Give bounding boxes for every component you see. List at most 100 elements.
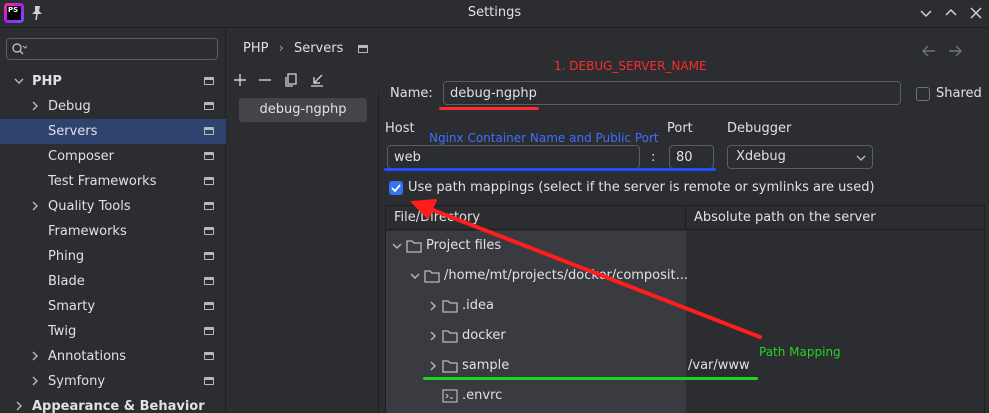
forward-arrow-icon[interactable] [947, 43, 963, 59]
sidebar-item-phing[interactable]: Phing [0, 244, 226, 269]
sidebar-item-debug[interactable]: Debug [0, 94, 226, 119]
sidebar-item-label: Annotations [48, 349, 127, 364]
chevron-right-icon[interactable] [30, 376, 40, 386]
folder-icon [442, 329, 458, 343]
sidebar-item-label: Quality Tools [48, 199, 131, 214]
row-name: Project files [426, 238, 502, 253]
remove-server-button[interactable] [256, 71, 274, 89]
sidebar-item-label: Symfony [48, 374, 106, 389]
host-port-separator: : [651, 150, 656, 165]
project-level-icon [357, 44, 368, 53]
name-field[interactable] [443, 81, 901, 105]
sidebar-item-appearance-behavior[interactable]: Appearance & Behavior [0, 394, 226, 413]
path-mappings-table: File/Directory Absolute path on the serv… [385, 205, 985, 413]
column-header-server-path[interactable]: Absolute path on the server [686, 206, 984, 230]
maximize-button[interactable] [944, 6, 958, 20]
debugger-label: Debugger [727, 121, 792, 136]
sidebar-item-label: Twig [48, 324, 77, 339]
project-level-icon [204, 127, 214, 135]
sidebar-item-php[interactable]: PHP [0, 69, 226, 94]
host-field[interactable] [387, 145, 640, 169]
breadcrumb-separator: › [278, 41, 284, 56]
annotation-blue-underline [384, 168, 716, 171]
settings-content: PHP › Servers debug-ngphp Name: Shared H… [227, 29, 989, 413]
project-level-icon [204, 252, 214, 260]
sidebar-item-label: Debug [48, 99, 91, 114]
row-name: docker [462, 328, 506, 343]
sidebar-item-blade[interactable]: Blade [0, 269, 226, 294]
project-level-icon [204, 77, 214, 85]
checkmark-icon [391, 184, 401, 193]
path-mappings-label: Use path mappings (select if the server … [408, 180, 875, 195]
sidebar-item-annotations[interactable]: Annotations [0, 344, 226, 369]
sidebar-item-twig[interactable]: Twig [0, 319, 226, 344]
port-input[interactable] [670, 146, 713, 168]
sidebar-item-composer[interactable]: Composer [0, 144, 226, 169]
server-list-item[interactable]: debug-ngphp [239, 98, 367, 122]
host-label: Host [385, 121, 415, 136]
column-header-file-directory[interactable]: File/Directory [386, 206, 686, 230]
chevron-down-icon [856, 153, 866, 163]
project-level-icon [204, 377, 214, 385]
table-row[interactable]: .idea [386, 291, 984, 321]
window-title: Settings [467, 5, 522, 20]
table-row[interactable]: /home/mt/projects/docker/composit... [386, 261, 984, 291]
sidebar-item-label: Phing [48, 249, 85, 264]
row-name: .idea [462, 298, 494, 313]
project-level-icon [204, 177, 214, 185]
chevron-right-icon[interactable] [14, 401, 24, 411]
search-icon [11, 41, 28, 57]
copy-server-button[interactable] [282, 71, 300, 89]
folder-icon [424, 269, 440, 283]
chevron-right-icon[interactable] [30, 101, 40, 111]
path-mappings-checkbox[interactable] [389, 181, 403, 195]
sidebar-item-smarty[interactable]: Smarty [0, 294, 226, 319]
row-name: /home/mt/projects/docker/composit... [444, 268, 689, 283]
folder-icon [406, 239, 422, 253]
table-row[interactable]: Project files [386, 231, 984, 261]
breadcrumb: PHP › Servers [243, 41, 368, 59]
title-bar: PS Settings [0, 0, 989, 28]
breadcrumb-parent[interactable]: PHP [243, 41, 268, 56]
debugger-select[interactable]: Xdebug [727, 145, 873, 169]
name-input[interactable] [444, 82, 900, 104]
project-level-icon [204, 302, 214, 310]
project-level-icon [204, 227, 214, 235]
project-level-icon [204, 352, 214, 360]
table-row[interactable]: docker [386, 321, 984, 351]
shared-checkbox[interactable] [916, 87, 930, 101]
sidebar-item-label: Smarty [48, 299, 96, 314]
chevron-right-icon[interactable] [30, 201, 40, 211]
search-input[interactable] [31, 40, 211, 58]
sidebar-item-label: Composer [48, 149, 115, 164]
project-level-icon [204, 202, 214, 210]
folder-icon [442, 299, 458, 313]
settings-sidebar: PHP Debug Servers Composer Test Framewor… [0, 29, 226, 413]
table-row[interactable]: .envrc [386, 381, 984, 411]
project-level-icon [204, 152, 214, 160]
chevron-down-icon[interactable] [410, 271, 420, 281]
host-input[interactable] [388, 146, 639, 168]
add-server-button[interactable] [231, 71, 249, 89]
sidebar-item-quality-tools[interactable]: Quality Tools [0, 194, 226, 219]
annotation-green-underline [423, 377, 758, 380]
chevron-right-icon[interactable] [30, 351, 40, 361]
close-button[interactable] [969, 6, 983, 20]
chevron-right-icon[interactable] [428, 361, 438, 371]
sidebar-item-label: PHP [32, 74, 62, 89]
back-arrow-icon[interactable] [921, 43, 937, 59]
project-level-icon [204, 102, 214, 110]
sidebar-item-symfony[interactable]: Symfony [0, 369, 226, 394]
import-server-button[interactable] [308, 71, 326, 89]
sidebar-item-test-frameworks[interactable]: Test Frameworks [0, 169, 226, 194]
chevron-right-icon[interactable] [428, 331, 438, 341]
settings-search[interactable] [6, 38, 218, 60]
port-field[interactable] [669, 145, 714, 169]
sidebar-item-servers[interactable]: Servers [0, 119, 226, 144]
sidebar-item-frameworks[interactable]: Frameworks [0, 219, 226, 244]
minimize-button[interactable] [919, 6, 933, 20]
chevron-down-icon[interactable] [14, 76, 24, 86]
chevron-right-icon[interactable] [428, 301, 438, 311]
project-level-icon [204, 327, 214, 335]
chevron-down-icon[interactable] [392, 241, 402, 251]
